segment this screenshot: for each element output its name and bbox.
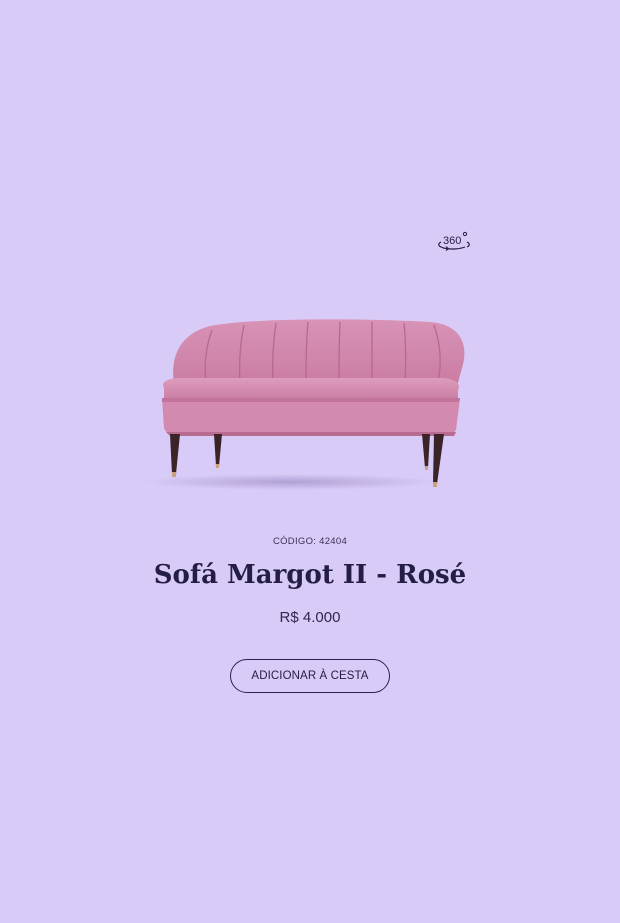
product-image[interactable] — [140, 306, 480, 502]
svg-text:360: 360 — [443, 235, 461, 247]
product-title: Sofá Margot II - Rosé — [153, 560, 467, 590]
product-page: 360 CÓDIGO: 42404 Sofá Margot II - Rosé … — [0, 0, 620, 923]
view-360-icon[interactable]: 360 — [436, 228, 472, 254]
product-code: CÓDIGO: 42404 — [272, 536, 348, 547]
product-price: R$ 4.000 — [279, 609, 341, 626]
add-to-cart-button[interactable]: ADICIONAR À CESTA — [230, 659, 390, 693]
